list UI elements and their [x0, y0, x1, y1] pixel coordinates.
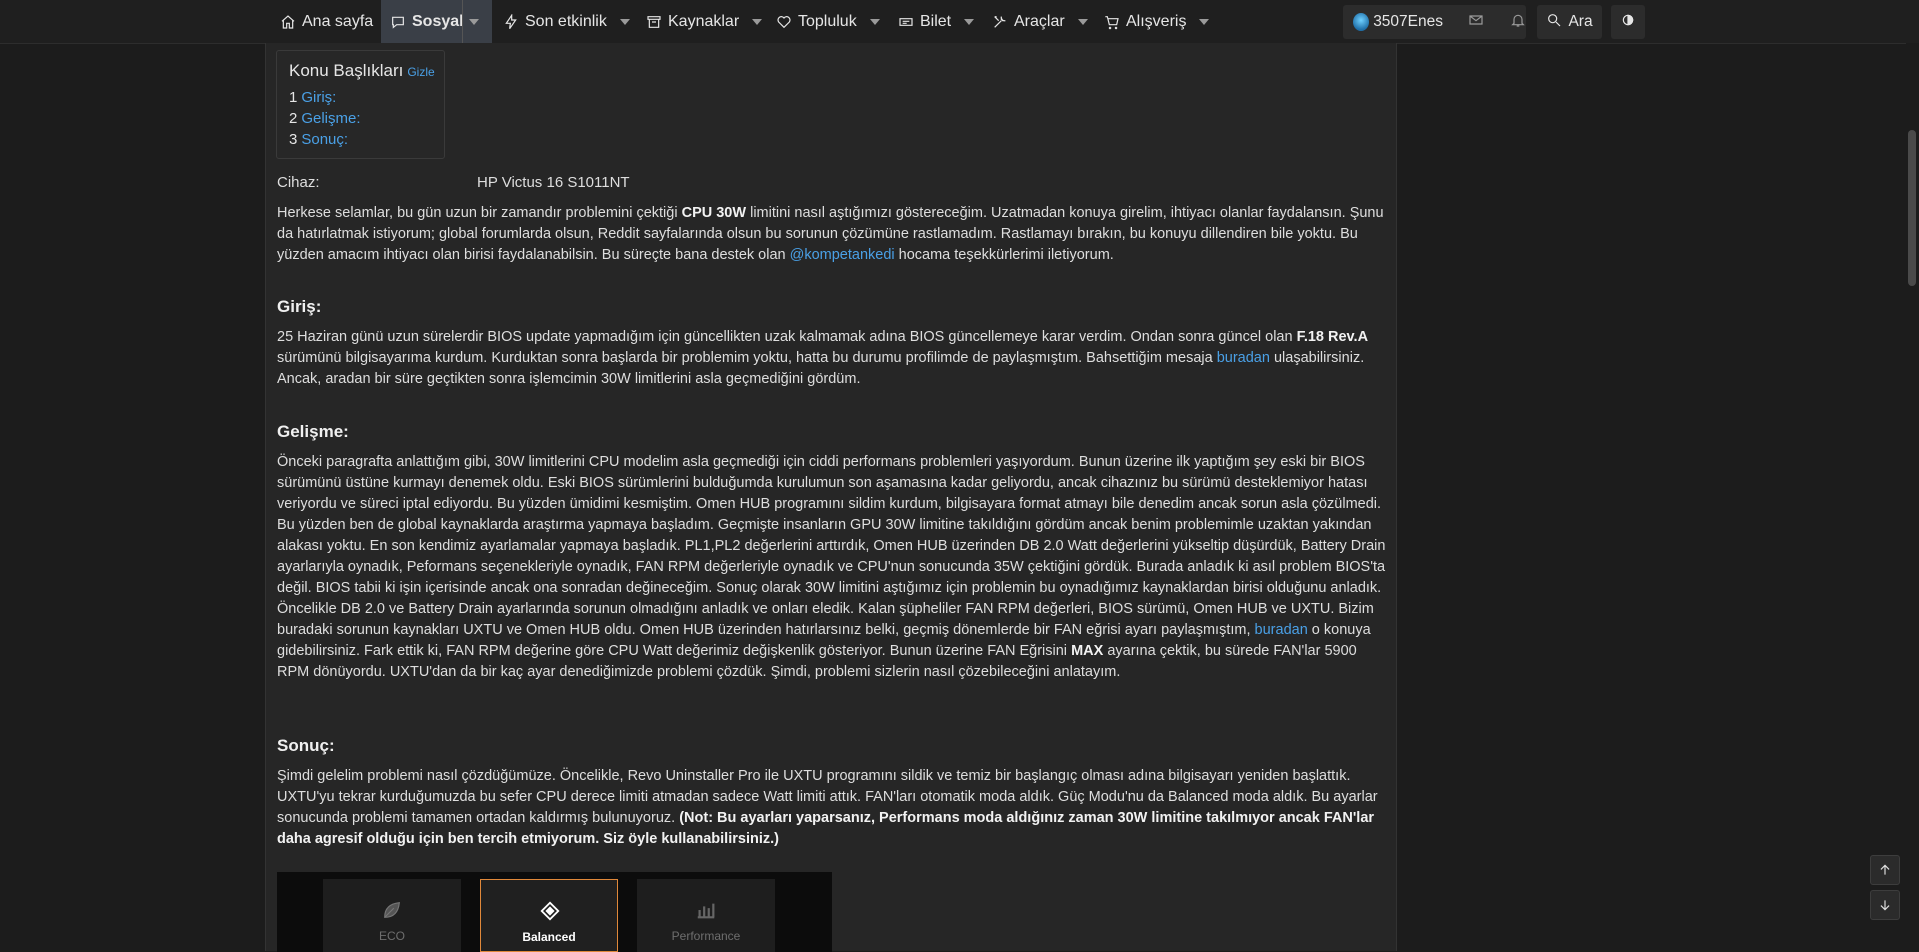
mention-link[interactable]: @kompetankedi [790, 247, 895, 263]
toc-entry-link[interactable]: Giriş: [301, 89, 336, 106]
nav-social-label: Sosyal [412, 12, 464, 30]
search-button-label: Ara [1568, 13, 1593, 30]
diamond-icon [540, 901, 560, 921]
top-navigation-bar: Ana sayfa Sosyal Son etkinlik Kaynaklar … [0, 0, 1919, 44]
post-content: Konu Başlıkları Gizle 1 Giriş: 2 Gelişme: 3… [265, 43, 1397, 952]
bold-text: CPU 30W [681, 205, 747, 221]
chevron-down-icon [1199, 18, 1210, 25]
nav-community-label: Topluluk [798, 12, 857, 30]
gelisme-paragraph: Önceki paragrafta anlattığım gibi, 30W l… [277, 452, 1387, 683]
toc-title-row: Konu Başlıkları Gizle [289, 61, 435, 81]
scroll-to-bottom-button[interactable] [1870, 890, 1900, 920]
nav-resources[interactable]: Kaynaklar [645, 0, 763, 43]
bell-icon[interactable] [1510, 12, 1526, 32]
lightning-icon [502, 13, 520, 31]
device-value: HP Victus 16 S1011NT [477, 174, 630, 191]
chevron-down-icon [752, 18, 763, 25]
text: hocama teşekkürlerimi iletiyorum. [894, 247, 1114, 263]
search-button[interactable]: Ara [1537, 5, 1602, 39]
text: Herkese selamlar, bu gün uzun bir zamand… [277, 205, 682, 221]
nav-social-dropdown[interactable] [463, 0, 484, 43]
giris-paragraph: 25 Haziran günü uzun sürelerdir BIOS upd… [277, 327, 1387, 390]
bold-text: F.18 Rev.A [1296, 329, 1369, 345]
mode-card-performance: Performance [637, 879, 775, 952]
mode-label: Performance [671, 929, 741, 943]
text: Önceki paragrafta anlattığım gibi, 30W l… [277, 454, 1386, 638]
theme-toggle-button[interactable] [1611, 5, 1645, 39]
heading-sonuc: Sonuç: [277, 736, 335, 755]
user-account-bar: 3507Enes [1343, 5, 1526, 39]
nav-tools-label: Araçlar [1014, 12, 1065, 30]
heart-icon [775, 13, 793, 31]
chevron-down-icon [468, 18, 479, 25]
nav-home-label: Ana sayfa [302, 12, 374, 30]
toc-entry-number: 2 [289, 110, 298, 127]
ticket-icon [897, 13, 915, 31]
chat-icon [389, 13, 407, 31]
scrollbar-thumb[interactable] [1908, 130, 1916, 286]
chevron-down-icon [619, 18, 630, 25]
envelope-icon[interactable] [1468, 12, 1484, 32]
nav-community[interactable]: Topluluk [775, 0, 880, 43]
bold-text: MAX [1071, 643, 1104, 659]
intro-paragraph: Herkese selamlar, bu gün uzun bir zamand… [277, 203, 1387, 266]
toc-title: Konu Başlıkları [289, 61, 404, 80]
text: 25 Haziran günü uzun sürelerdir BIOS upd… [277, 329, 1297, 345]
toc-entry-1: 1 Giriş: [289, 89, 336, 106]
home-icon [279, 13, 297, 31]
nav-shopping-label: Alışveriş [1126, 12, 1187, 30]
scroll-to-top-button[interactable] [1870, 855, 1900, 885]
nav-recent-activity[interactable]: Son etkinlik [502, 0, 630, 43]
text: sürümünü bilgisayarıma kurdum. Kurduktan… [277, 350, 1217, 366]
heading-gelisme: Gelişme: [277, 422, 349, 441]
toc-entry-2: 2 Gelişme: [289, 110, 361, 127]
chevron-down-icon [964, 18, 975, 25]
nav-ticket[interactable]: Bilet [897, 0, 975, 43]
mode-card-balanced: Balanced [480, 879, 618, 952]
chevron-down-icon [869, 18, 880, 25]
nav-resources-label: Kaynaklar [668, 12, 740, 30]
archive-icon [645, 13, 663, 31]
toc-entry-number: 1 [289, 89, 298, 106]
device-label: Cihaz: [277, 174, 320, 191]
mode-label: ECO [378, 929, 405, 943]
heading-giris: Giriş: [277, 297, 322, 316]
chevron-down-icon [1077, 18, 1088, 25]
avatar[interactable] [1353, 13, 1370, 31]
toc-hide-link[interactable]: Gizle [407, 65, 434, 79]
cart-icon [1103, 13, 1121, 31]
toc-entry-3: 3 Sonuç: [289, 131, 348, 148]
table-of-contents: Konu Başlıkları Gizle 1 Giriş: 2 Gelişme: 3… [276, 50, 445, 159]
sonuc-paragraph: Şimdi gelelim problemi nasıl çözdüğümüze… [277, 766, 1387, 850]
nav-ticket-label: Bilet [920, 12, 952, 30]
toc-entry-link[interactable]: Sonuç: [301, 131, 348, 148]
bars-icon [697, 903, 715, 919]
tools-icon [991, 13, 1009, 31]
buradan-link[interactable]: buradan [1255, 622, 1308, 638]
username-link[interactable]: 3507Enes [1373, 13, 1443, 31]
nav-shopping[interactable]: Alışveriş [1103, 0, 1210, 43]
search-icon [1546, 12, 1562, 32]
buradan-link[interactable]: buradan [1217, 350, 1270, 366]
arrow-down-icon [1880, 900, 1890, 911]
power-modes-image: ECO Balanced Performance [277, 872, 832, 952]
nav-tools[interactable]: Araçlar [991, 0, 1088, 43]
nav-home[interactable]: Ana sayfa [279, 0, 373, 43]
toc-entry-number: 3 [289, 131, 298, 148]
leaf-icon [384, 902, 400, 918]
toc-entry-link[interactable]: Gelişme: [301, 110, 360, 127]
arrow-up-icon [1880, 864, 1890, 875]
mode-card-eco: ECO [323, 879, 461, 952]
nav-recent-activity-label: Son etkinlik [525, 12, 607, 30]
contrast-icon [1620, 12, 1636, 32]
mode-label: Balanced [522, 930, 576, 944]
